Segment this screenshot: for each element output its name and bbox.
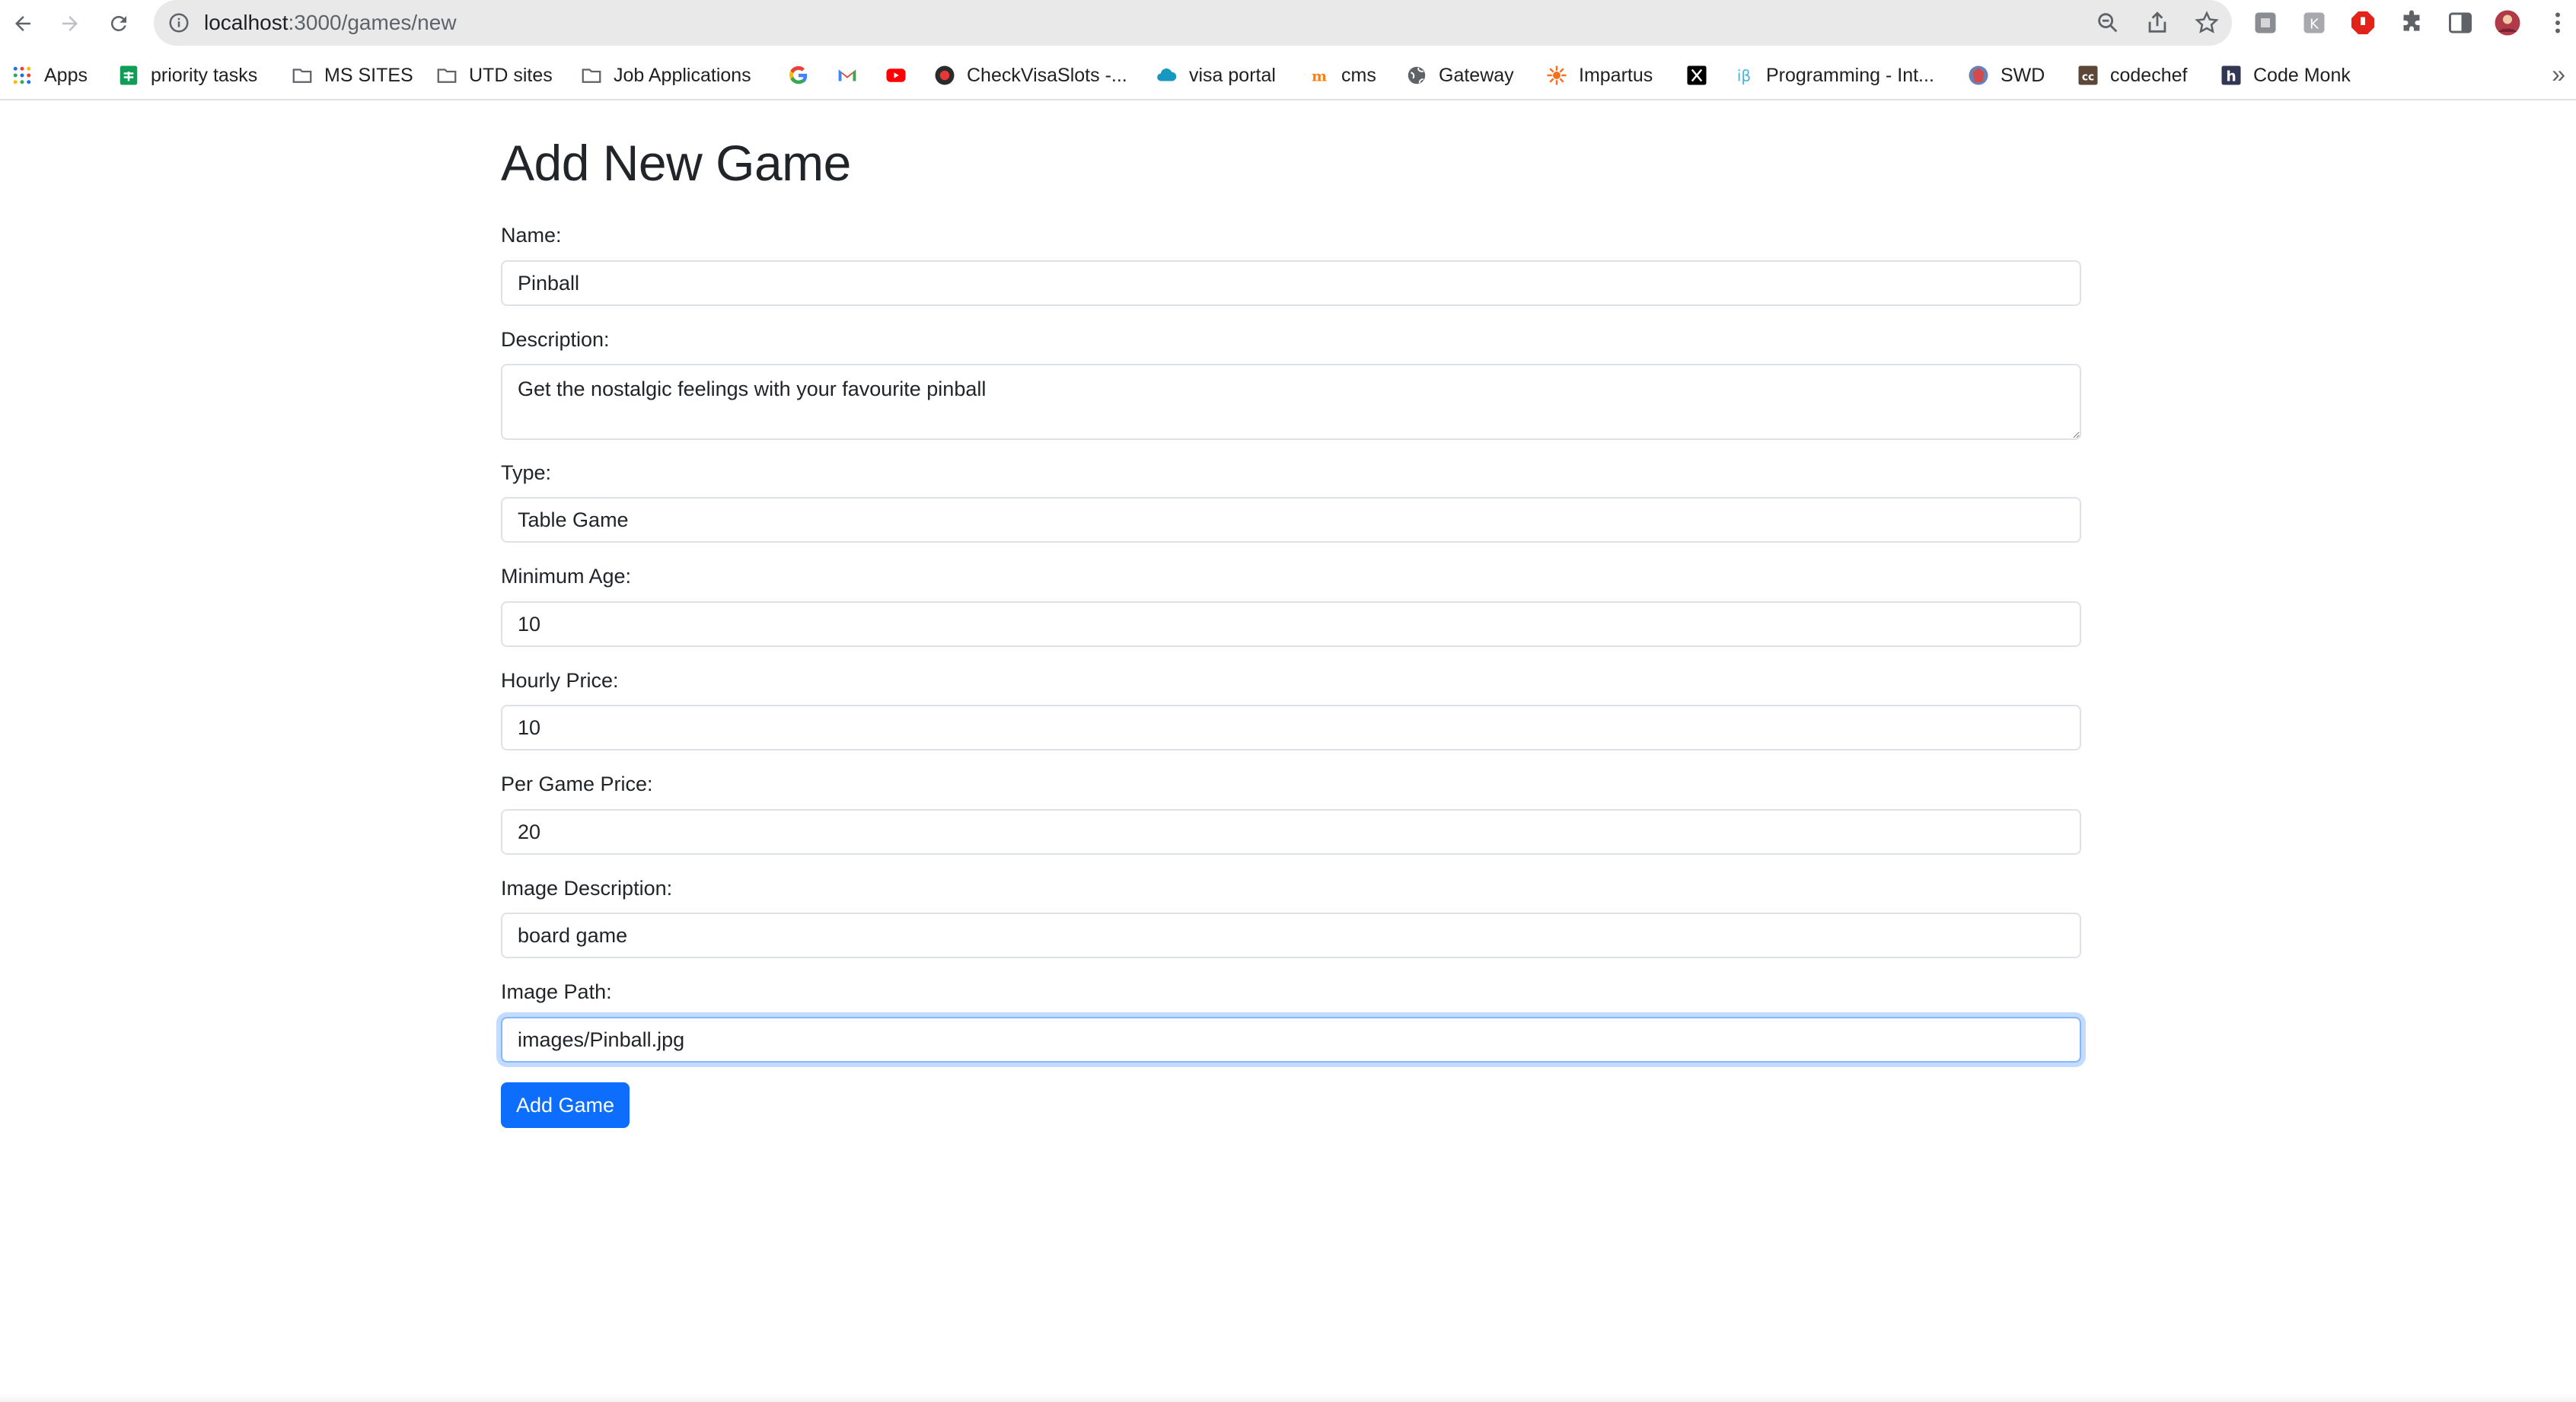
svg-text:h: h bbox=[2226, 69, 2236, 85]
bookmark-youtube[interactable] bbox=[885, 50, 918, 100]
address-bar[interactable]: localhost:3000/games/new bbox=[154, 0, 2232, 46]
side-panel-icon[interactable] bbox=[2447, 9, 2474, 37]
per-game-price-input[interactable] bbox=[501, 809, 2081, 855]
hackerearth-icon: h bbox=[2220, 64, 2243, 87]
svg-text:m: m bbox=[1312, 69, 1327, 85]
bookmark-visa-portal[interactable]: visa portal bbox=[1156, 50, 1276, 100]
x-icon bbox=[1685, 64, 1708, 87]
extensions-puzzle-icon[interactable] bbox=[2398, 9, 2425, 37]
google-icon bbox=[787, 64, 810, 87]
cms-icon: m bbox=[1308, 64, 1331, 87]
hourly-price-label: Hourly Price: bbox=[501, 669, 619, 692]
bookmark-code-monk[interactable]: h Code Monk bbox=[2220, 50, 2351, 100]
add-game-button[interactable]: Add Game bbox=[501, 1082, 630, 1128]
svg-text:iβ: iβ bbox=[1737, 67, 1751, 85]
folder-icon bbox=[580, 64, 603, 87]
back-icon[interactable] bbox=[8, 8, 38, 39]
reload-icon[interactable] bbox=[104, 8, 134, 39]
type-input[interactable] bbox=[501, 497, 2081, 543]
bookmark-label: SWD bbox=[2001, 64, 2045, 86]
name-input[interactable] bbox=[501, 260, 2081, 306]
youtube-icon bbox=[885, 64, 907, 87]
swd-icon bbox=[1967, 64, 1990, 87]
folder-icon bbox=[291, 64, 314, 87]
bookmark-utd-sites[interactable]: UTD sites bbox=[435, 50, 553, 100]
bookmark-label: codechef bbox=[2110, 64, 2188, 86]
bookmark-codechef[interactable]: cc codechef bbox=[2077, 50, 2187, 100]
bookmark-label: MS SITES bbox=[324, 64, 413, 86]
bookmarks-bar: Apps priority tasks MS SITES UTD sites J… bbox=[0, 50, 2576, 100]
bookmark-label: priority tasks bbox=[151, 64, 258, 86]
bookmark-label: UTD sites bbox=[469, 64, 553, 86]
name-label: Name: bbox=[501, 224, 562, 247]
description-label: Description: bbox=[501, 328, 610, 351]
type-label: Type: bbox=[501, 461, 552, 484]
bookmark-label: Impartus bbox=[1579, 64, 1653, 86]
image-path-input[interactable] bbox=[501, 1017, 2081, 1063]
page-content: Add New Game Name: Description: Get the … bbox=[0, 102, 2576, 1402]
image-path-label: Image Path: bbox=[501, 980, 612, 1003]
minimum-age-label: Minimum Age: bbox=[501, 565, 632, 588]
codechef-icon: cc bbox=[2077, 64, 2099, 87]
bookmark-label: Gateway bbox=[1439, 64, 1514, 86]
globe-icon bbox=[1405, 64, 1428, 87]
bookmark-star-icon[interactable] bbox=[2194, 10, 2220, 36]
share-icon[interactable] bbox=[2144, 10, 2170, 36]
impartus-icon bbox=[1545, 64, 1568, 87]
checkvisaslots-icon bbox=[933, 64, 956, 87]
gmail-icon bbox=[836, 64, 859, 87]
forward-icon[interactable] bbox=[55, 8, 85, 39]
bookmark-x[interactable] bbox=[1685, 50, 1719, 100]
interviewbit-icon: iβ bbox=[1733, 64, 1755, 87]
svg-text:K: K bbox=[2310, 17, 2319, 33]
site-info-icon[interactable] bbox=[167, 11, 190, 34]
cloud-icon bbox=[1156, 64, 1178, 87]
browser-toolbar: localhost:3000/games/new K bbox=[0, 0, 2576, 47]
apps-grid-icon bbox=[11, 64, 33, 87]
bookmarks-overflow-button[interactable]: » bbox=[2552, 50, 2565, 100]
bookmark-programming-interviewbit[interactable]: iβ Programming - Int... bbox=[1733, 50, 1934, 100]
extension-puzzle-grey-icon[interactable] bbox=[2252, 9, 2279, 37]
bookmark-swd[interactable]: SWD bbox=[1967, 50, 2045, 100]
bookmark-google[interactable] bbox=[787, 50, 821, 100]
svg-text:cc: cc bbox=[2082, 71, 2094, 83]
extension-k-icon[interactable]: K bbox=[2300, 9, 2328, 37]
bookmark-job-applications[interactable]: Job Applications bbox=[580, 50, 751, 100]
sheets-icon bbox=[117, 64, 140, 87]
bookmark-label: CheckVisaSlots -... bbox=[967, 64, 1127, 86]
page-bottom-shade bbox=[0, 1394, 2576, 1402]
bookmark-impartus[interactable]: Impartus bbox=[1545, 50, 1653, 100]
bookmark-label: visa portal bbox=[1189, 64, 1276, 86]
bookmark-label: Apps bbox=[44, 64, 88, 86]
bookmark-ms-sites[interactable]: MS SITES bbox=[291, 50, 413, 100]
bookmark-apps[interactable]: Apps bbox=[11, 50, 88, 100]
bookmark-cms[interactable]: m cms bbox=[1308, 50, 1376, 100]
image-description-label: Image Description: bbox=[501, 877, 673, 900]
page-title: Add New Game bbox=[501, 135, 851, 191]
folder-icon bbox=[435, 64, 458, 87]
zoom-icon[interactable] bbox=[2095, 10, 2121, 36]
per-game-price-label: Per Game Price: bbox=[501, 773, 653, 795]
bookmark-label: Code Monk bbox=[2253, 64, 2351, 86]
url-text[interactable]: localhost:3000/games/new bbox=[204, 0, 457, 46]
description-textarea[interactable]: Get the nostalgic feelings with your fav… bbox=[501, 364, 2081, 440]
bookmark-gateway[interactable]: Gateway bbox=[1405, 50, 1514, 100]
hourly-price-input[interactable] bbox=[501, 705, 2081, 750]
adblock-icon[interactable] bbox=[2349, 9, 2377, 37]
profile-avatar[interactable] bbox=[2494, 9, 2521, 37]
bookmark-gmail[interactable] bbox=[836, 50, 869, 100]
bookmark-checkvisaslots[interactable]: CheckVisaSlots -... bbox=[933, 50, 1127, 100]
bookmark-label: Programming - Int... bbox=[1766, 64, 1934, 86]
menu-kebab-icon[interactable] bbox=[2544, 9, 2571, 37]
bookmark-label: cms bbox=[1341, 64, 1376, 86]
bookmark-label: Job Applications bbox=[614, 64, 751, 86]
minimum-age-input[interactable] bbox=[501, 601, 2081, 647]
image-description-input[interactable] bbox=[501, 913, 2081, 958]
bookmark-priority-tasks[interactable]: priority tasks bbox=[117, 50, 257, 100]
